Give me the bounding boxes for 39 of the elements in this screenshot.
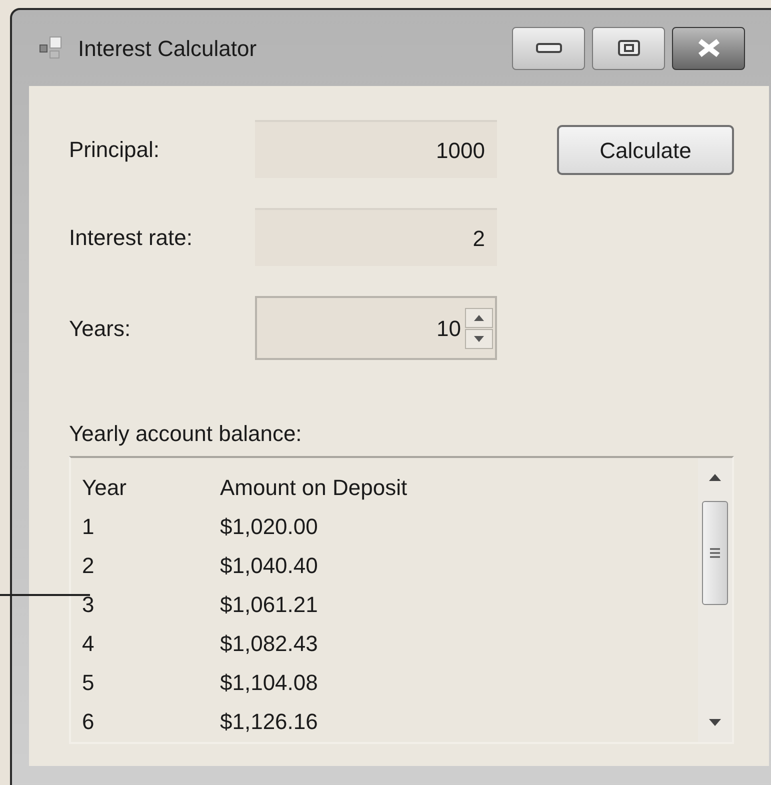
spin-up-button[interactable] — [465, 308, 493, 328]
year-text: 6 — [82, 708, 96, 736]
input-field[interactable]: 2 — [255, 208, 497, 266]
minimize-icon — [536, 43, 562, 53]
window-title: Interest Calculator — [78, 34, 257, 62]
scrollbar[interactable] — [698, 458, 732, 742]
column-header: Amount on Deposit — [220, 474, 408, 502]
year-text: 3 — [82, 591, 96, 619]
amount-text: $1,040.40 — [220, 552, 318, 580]
scroll-up-icon — [709, 474, 721, 481]
balance-list[interactable]: Year Amount on Deposit 1 $1,020.00 2 $1,040.40 3 $1,061.21 4 $1,082.43 5 $1,104.08 6 $1,126.16 — [69, 456, 734, 744]
close-button[interactable] — [672, 26, 745, 70]
spin-down-button[interactable] — [465, 328, 493, 348]
maximize-icon — [618, 40, 640, 56]
scroll-thumb[interactable] — [702, 501, 728, 605]
field-label: Interest rate: — [69, 224, 194, 252]
maximize-button[interactable] — [592, 26, 665, 70]
balance-label: Yearly account balance: — [69, 420, 302, 448]
scroll-down-icon — [709, 719, 721, 726]
year-text: 2 — [82, 552, 96, 580]
column-header: Year — [82, 474, 128, 502]
amount-text: $1,020.00 — [220, 513, 318, 541]
close-icon — [696, 38, 722, 58]
down-arrow-icon — [474, 336, 484, 342]
amount-text: $1,061.21 — [220, 591, 318, 619]
years-spinner[interactable]: 10 — [255, 296, 497, 360]
minimize-button[interactable] — [512, 26, 585, 70]
amount-text: $1,126.16 — [220, 708, 318, 736]
year-text: 4 — [82, 630, 96, 658]
calculate-button[interactable]: Calculate — [557, 125, 734, 175]
grip-icon — [710, 547, 720, 559]
year-text: 5 — [82, 669, 96, 697]
amount-text: $1,082.43 — [220, 630, 318, 658]
year-text: 1 — [82, 513, 96, 541]
field-label: Principal: — [69, 136, 160, 164]
field-label: Years: — [69, 314, 132, 342]
up-arrow-icon — [474, 314, 484, 320]
amount-text: $1,104.08 — [220, 669, 318, 697]
input-field[interactable]: 1000 — [255, 120, 497, 178]
